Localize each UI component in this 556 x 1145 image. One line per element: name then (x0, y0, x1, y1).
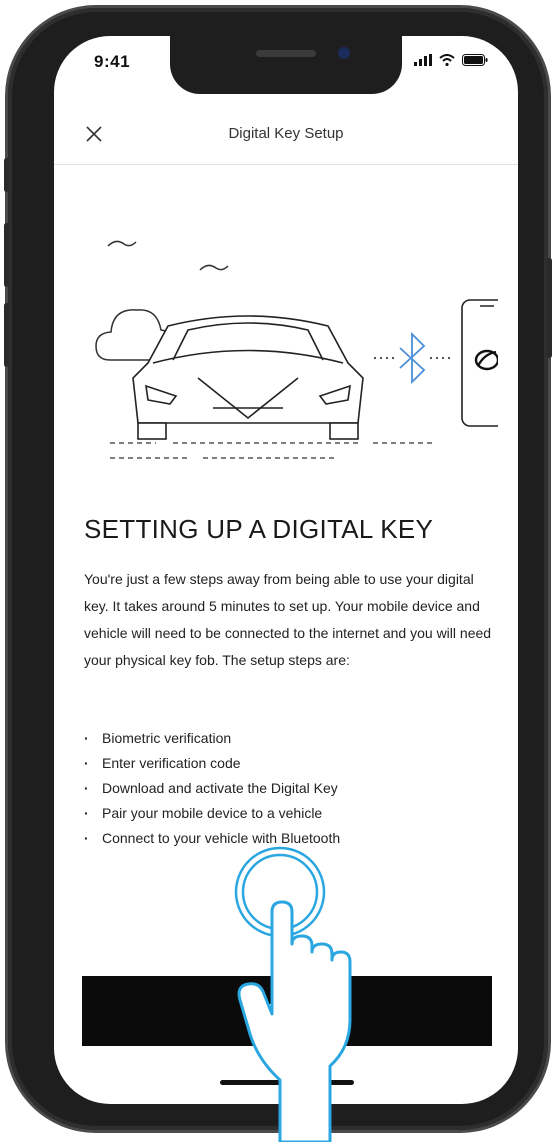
app-header: Digital Key Setup (54, 108, 518, 165)
intro-text: You're just a few steps away from being … (84, 571, 492, 668)
front-camera (338, 47, 350, 59)
status-time: 9:41 (94, 52, 131, 71)
volume-down-button (4, 303, 9, 367)
power-button (547, 258, 552, 358)
section-heading: SETTING UP A DIGITAL KEY (84, 514, 434, 544)
tap-gesture-icon (234, 846, 352, 1142)
notch (170, 36, 402, 94)
mute-switch (4, 158, 9, 192)
wifi-icon (439, 54, 455, 66)
signal-icon (414, 54, 432, 66)
list-item: Download and activate the Digital Key (84, 776, 496, 801)
list-item: Biometric verification (84, 726, 496, 751)
list-item: Enter verification code (84, 751, 496, 776)
bluetooth-icon (399, 331, 426, 385)
volume-up-button (4, 223, 9, 287)
speaker (256, 50, 316, 57)
battery-icon (462, 54, 488, 66)
status-icons (414, 54, 488, 66)
page-title: Digital Key Setup (228, 125, 344, 142)
car-phone-bluetooth-illustration (95, 240, 498, 459)
